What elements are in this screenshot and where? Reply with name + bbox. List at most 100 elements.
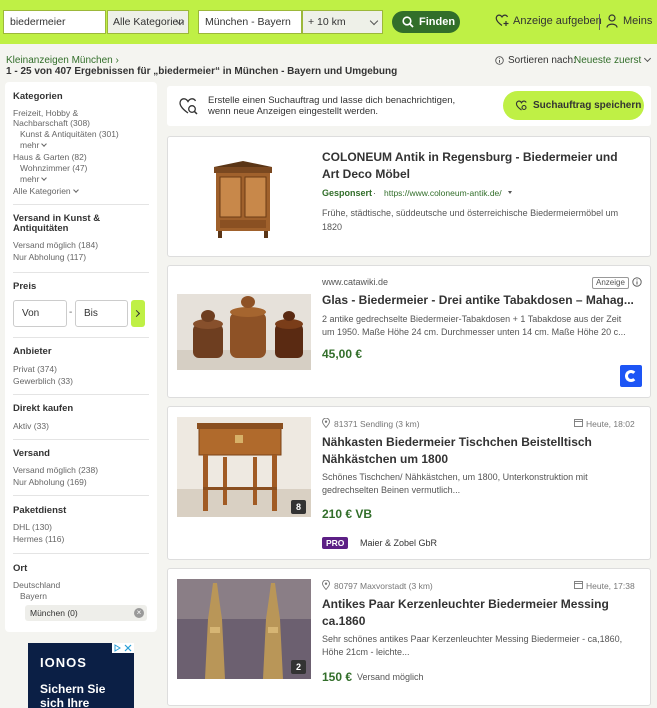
listing-title-line-2[interactable]: Nähkästchen um 1800 [322, 451, 448, 467]
filter-more-2[interactable]: mehr [20, 174, 48, 184]
save-search-text-1: Erstelle einen Suchauftrag und lasse dic… [208, 95, 456, 106]
filter-item-dhl[interactable]: DHL (130) [13, 522, 52, 532]
filter-chip-muenchen: München (0) × [25, 605, 147, 621]
ad-line-2: sich Ihre [40, 696, 90, 708]
listing-title[interactable]: Glas - Biedermeier - Drei antike Tabakdo… [322, 292, 634, 308]
filter-item-freizeit[interactable]: Freizeit, Hobby & [13, 108, 78, 118]
listing-description-line-2: gedrechselten Beinen vermutlich... [322, 485, 461, 495]
top-header: biedermeier Alle Kategorien München - Ba… [0, 0, 657, 44]
account-link[interactable]: Meins [623, 15, 652, 27]
user-icon[interactable] [606, 14, 618, 28]
chevron-down-icon [369, 16, 379, 26]
sort-label: Sortieren nach: [508, 55, 576, 66]
filter-heading-ort: Ort [13, 563, 28, 574]
find-button[interactable]: Finden [392, 11, 460, 33]
radius-select-value: + 10 km [308, 16, 346, 28]
ad-badge: Anzeige [592, 277, 629, 289]
listing-price: 210 € VB [322, 507, 373, 521]
radius-select[interactable]: + 10 km [302, 10, 383, 34]
divider [13, 272, 149, 273]
search-input[interactable]: biedermeier [3, 10, 106, 34]
chevron-down-icon [41, 141, 48, 147]
filter-item-versand-moeglich-2[interactable]: Versand möglich (238) [13, 465, 98, 475]
filter-item-versand-moeglich[interactable]: Versand möglich (184) [13, 240, 98, 250]
price-separator: - [69, 307, 73, 318]
calendar-icon [574, 581, 583, 589]
chevron-down-icon [72, 187, 79, 193]
post-ad-link[interactable]: Anzeige aufgeben [513, 15, 602, 27]
listing-title[interactable]: Nähkasten Biedermeier Tischchen Beistell… [322, 434, 592, 450]
save-search-text-2: wenn neue Anzeigen eingestellt werden. [208, 106, 379, 117]
post-ad-icon[interactable] [495, 13, 509, 27]
filter-item-deutschland[interactable]: Deutschland [13, 580, 60, 590]
results-count: 1 - 25 von 407 Ergebnissen für „biederme… [6, 66, 398, 77]
shipping-label: Versand möglich [357, 672, 424, 682]
listing-description-line-2: um 1950. Maße Höhe 24 cm. Durchmesser un… [322, 327, 626, 337]
divider [13, 394, 149, 395]
listing-description: Frühe, städtische, süddeutsche und öster… [322, 208, 619, 218]
listing-title[interactable]: COLONEUM Antik in Regensburg - Biedermei… [322, 149, 618, 165]
find-button-label: Finden [419, 16, 456, 28]
price-min-input[interactable]: Von [13, 300, 67, 327]
filter-more-1[interactable]: mehr [20, 140, 48, 150]
ionos-ad[interactable]: IONOS Sichern Sie sich Ihre [28, 643, 134, 708]
filter-item-bayern[interactable]: Bayern [20, 591, 47, 601]
filter-item-kunst[interactable]: Kunst & Antiquitäten (301) [20, 129, 119, 139]
filter-item-abholung-2[interactable]: Nur Abholung (169) [13, 477, 87, 487]
listing-price: 150 € [322, 670, 353, 684]
catawiki-logo-icon [620, 365, 642, 387]
location-pin-icon [322, 418, 330, 428]
category-select[interactable]: Alle Kategorien [107, 10, 189, 34]
ad-line-1: Sichern Sie [40, 682, 106, 696]
filter-item-aktiv[interactable]: Aktiv (33) [13, 421, 49, 431]
listing-description: 2 antike gedrechselte Biedermeier-Tabakd… [322, 314, 622, 324]
filter-heading-direkt-kaufen: Direkt kaufen [13, 403, 74, 414]
chip-label: München (0) [30, 608, 78, 618]
save-search-icon [179, 98, 198, 115]
price-max-input[interactable]: Bis [75, 300, 128, 327]
divider [13, 553, 149, 554]
listing-title[interactable]: Antikes Paar Kerzenleuchter Biedermeier … [322, 596, 609, 612]
breadcrumb[interactable]: Kleinanzeigen München › [6, 55, 119, 66]
listing-title-line-2[interactable]: Art Deco Möbel [322, 166, 410, 182]
filter-heading-paketdienst: Paketdienst [13, 505, 67, 516]
adchoices-icon[interactable] [112, 643, 134, 653]
filter-item-hermes[interactable]: Hermes (116) [13, 534, 64, 544]
location-input[interactable]: München - Bayern [198, 10, 302, 34]
chevron-down-icon [643, 54, 652, 63]
sponsor-url[interactable]: https://www.coloneum-antik.de/ [384, 188, 502, 198]
info-icon[interactable] [632, 277, 642, 287]
calendar-icon [574, 419, 583, 427]
listing-card-catawiki[interactable]: www.catawiki.de Anzeige Glas - Biedermei… [167, 265, 651, 398]
location-pin-icon [322, 580, 330, 590]
category-select-value: Alle Kategorien [113, 16, 185, 28]
caret-down-icon[interactable] [508, 191, 512, 194]
listing-card-kerzenleuchter[interactable]: 2 80797 Maxvorstadt (3 km) Heute, 17:38 … [167, 568, 651, 706]
listing-card-sponsored[interactable]: COLONEUM Antik in Regensburg - Biedermei… [167, 136, 651, 257]
filter-heading-anbieter: Anbieter [13, 346, 52, 357]
listing-source: www.catawiki.de [322, 277, 389, 287]
sort-value[interactable]: Neueste zuerst [574, 55, 641, 66]
pro-badge: PRO [322, 537, 349, 549]
info-icon [495, 56, 504, 65]
filter-item-haus[interactable]: Haus & Garten (82) [13, 152, 87, 162]
filter-heading-preis: Preis [13, 281, 37, 292]
save-search-box: Erstelle einen Suchauftrag und lasse dic… [167, 86, 651, 126]
listing-card-naehkasten[interactable]: 8 81371 Sendling (3 km) Heute, 18:02 Näh… [167, 406, 651, 560]
seller-name[interactable]: Maier & Zobel GbR [360, 538, 437, 548]
save-search-button[interactable]: Suchauftrag speichern [503, 91, 644, 120]
price-apply-button[interactable] [131, 300, 145, 327]
close-icon[interactable]: × [134, 608, 144, 618]
filter-item-abholung[interactable]: Nur Abholung (117) [13, 252, 86, 262]
listing-time: Heute, 18:02 [586, 419, 635, 429]
filter-all-categories[interactable]: Alle Kategorien [13, 186, 79, 196]
filter-item-gewerblich[interactable]: Gewerblich (33) [13, 376, 73, 386]
more-label: mehr [20, 140, 40, 150]
filter-item-freizeit-count[interactable]: Nachbarschaft (308) [13, 118, 90, 128]
filter-item-wohnzimmer[interactable]: Wohnzimmer (47) [20, 163, 87, 173]
image-count-badge: 2 [291, 660, 306, 674]
divider [13, 204, 149, 205]
filter-item-privat[interactable]: Privat (374) [13, 364, 57, 374]
chevron-down-icon [41, 175, 48, 181]
listing-title-line-2[interactable]: ca.1860 [322, 613, 365, 629]
